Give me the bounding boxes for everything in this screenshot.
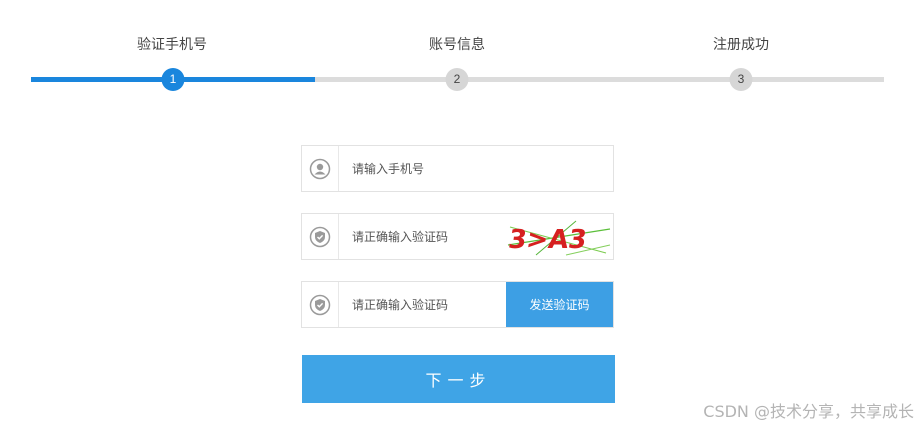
phone-input[interactable]: [352, 158, 502, 180]
watermark: CSDN @技术分享，共享成长: [703, 402, 914, 421]
step-1-label: 验证手机号: [137, 37, 207, 53]
progress-stepper: 验证手机号 账号信息 注册成功 1 2 3: [0, 0, 920, 100]
sms-code-input[interactable]: [352, 294, 502, 316]
sms-code-field: 发送验证码: [301, 281, 614, 328]
user-icon: [302, 146, 339, 191]
step-2-indicator: 2: [445, 68, 469, 91]
captcha-field: 3>A3: [301, 213, 614, 260]
captcha-text: 3>A3: [506, 225, 588, 255]
phone-field: [301, 145, 614, 192]
step-2-label: 账号信息: [429, 37, 485, 53]
step-3-label: 注册成功: [713, 37, 769, 53]
captcha-input[interactable]: [352, 226, 502, 248]
send-code-button[interactable]: 发送验证码: [506, 282, 613, 327]
progress-track-remaining: [315, 77, 884, 82]
next-step-button[interactable]: 下一步: [302, 355, 615, 403]
shield-check-icon: [302, 282, 339, 327]
shield-check-icon: [302, 214, 339, 259]
captcha-image[interactable]: 3>A3: [506, 215, 612, 258]
step-3-indicator: 3: [729, 68, 753, 91]
step-1-indicator: 1: [161, 68, 185, 91]
